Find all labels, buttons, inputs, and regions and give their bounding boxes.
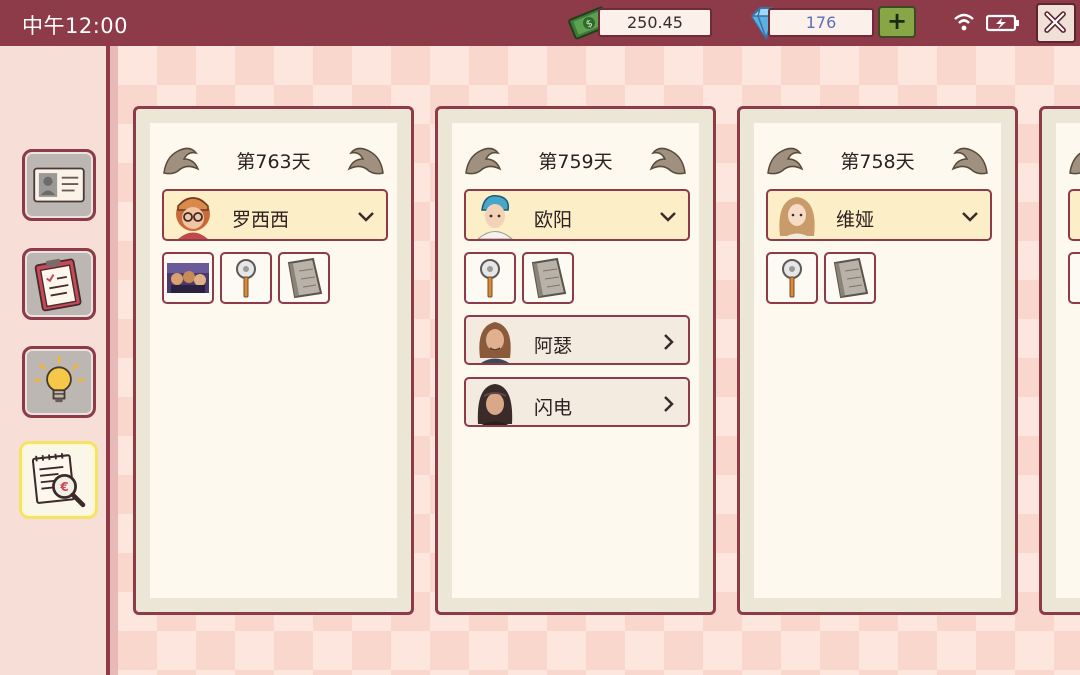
sidebar-item-investigation[interactable]: € bbox=[19, 441, 98, 519]
person-name: 欧阳 bbox=[534, 209, 573, 231]
day-title: 第763天 bbox=[236, 151, 311, 173]
chevron-down-icon bbox=[358, 212, 374, 222]
stone-tablet-icon bbox=[287, 257, 323, 299]
lightbulb-icon bbox=[33, 355, 85, 403]
close-icon bbox=[1044, 11, 1066, 33]
sidebar-divider bbox=[110, 46, 118, 675]
wifi-icon bbox=[954, 13, 974, 31]
clock: 中午12:00 bbox=[22, 14, 129, 38]
clipboard-icon bbox=[34, 258, 82, 312]
person-name: 罗西西 bbox=[232, 209, 290, 231]
related-person-item[interactable]: 闪电 bbox=[464, 377, 690, 427]
pizza-cutter-icon bbox=[782, 259, 802, 298]
day-card: 第763天 罗西西 bbox=[133, 106, 414, 615]
photo-icon bbox=[167, 263, 209, 293]
avatar bbox=[779, 197, 815, 239]
day-title: 第759天 bbox=[538, 151, 613, 173]
clue-pizza-cutter[interactable] bbox=[464, 252, 516, 304]
avatar bbox=[477, 384, 513, 425]
status-bar: 中午12:00 $ 250.45 176 + bbox=[0, 0, 1080, 46]
person-dropdown[interactable]: 罗西西 bbox=[162, 189, 388, 241]
clue-pizza-cutter[interactable] bbox=[766, 252, 818, 304]
clue-photo[interactable] bbox=[162, 252, 214, 304]
avatar bbox=[477, 195, 513, 239]
sidebar-item-profile[interactable] bbox=[22, 149, 96, 221]
person-name: 维娅 bbox=[836, 209, 875, 231]
add-gems-button[interactable]: + bbox=[878, 6, 916, 38]
person-name: 阿瑟 bbox=[534, 335, 573, 357]
day-card-partial[interactable] bbox=[1039, 106, 1080, 615]
chevron-down-icon bbox=[962, 212, 978, 222]
related-person-item[interactable]: 阿瑟 bbox=[464, 315, 690, 365]
stone-tablet-icon bbox=[833, 257, 869, 299]
person-dropdown[interactable]: 维娅 bbox=[766, 189, 992, 241]
close-button[interactable] bbox=[1036, 3, 1076, 43]
stone-tablet-icon bbox=[531, 257, 567, 299]
money-counter: 250.45 bbox=[598, 8, 712, 37]
clue-slot bbox=[1068, 252, 1080, 304]
svg-text:€: € bbox=[59, 480, 68, 494]
avatar bbox=[479, 322, 511, 363]
avatar bbox=[176, 197, 210, 239]
clue-pizza-cutter[interactable] bbox=[220, 252, 272, 304]
gem-counter: 176 bbox=[768, 8, 874, 37]
day-title: 第758天 bbox=[840, 151, 915, 173]
battery-icon bbox=[986, 14, 1019, 32]
sidebar-item-tasks[interactable] bbox=[22, 248, 96, 320]
clue-stone-tablet[interactable] bbox=[824, 252, 876, 304]
person-name: 闪电 bbox=[534, 397, 573, 419]
pizza-cutter-icon bbox=[236, 259, 256, 298]
chevron-right-icon bbox=[664, 334, 674, 350]
day-card: 第759天 欧阳 阿瑟 闪电 bbox=[435, 106, 716, 615]
id-card-icon bbox=[33, 167, 85, 203]
ornament-icon bbox=[1069, 152, 1080, 175]
chevron-right-icon bbox=[664, 396, 674, 412]
sidebar: € bbox=[0, 46, 110, 675]
chevron-down-icon bbox=[660, 212, 676, 222]
person-dropdown[interactable]: 欧阳 bbox=[464, 189, 690, 241]
pizza-cutter-icon bbox=[480, 259, 500, 298]
clue-stone-tablet[interactable] bbox=[522, 252, 574, 304]
day-card: 第758天 维娅 bbox=[737, 106, 1018, 615]
clue-stone-tablet[interactable] bbox=[278, 252, 330, 304]
sidebar-item-hints[interactable] bbox=[22, 346, 96, 418]
person-dropdown bbox=[1068, 189, 1080, 241]
magnifier-notes-icon: € bbox=[31, 453, 86, 508]
